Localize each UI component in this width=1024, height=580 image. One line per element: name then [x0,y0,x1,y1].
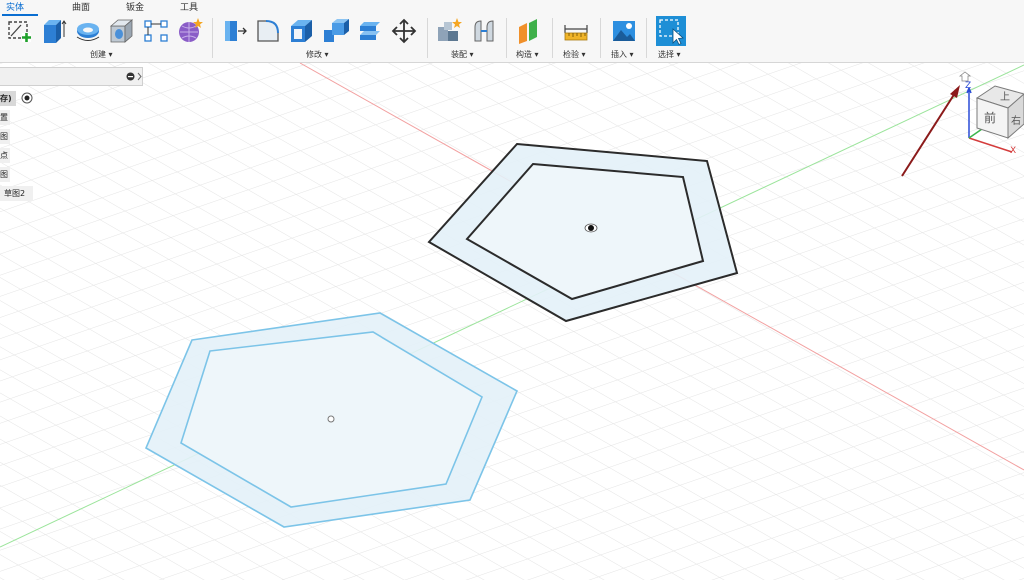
separator [212,18,213,58]
x-axis-indicator [968,137,1013,153]
browser-item-sketch2[interactable]: 草图2 [0,186,33,201]
create-sketch-icon[interactable] [6,17,34,45]
hexagon-center-point[interactable] [327,415,335,423]
group-label-modify[interactable]: 修改 ▾ [306,49,329,60]
press-pull-icon[interactable] [220,17,248,45]
separator [506,18,507,58]
separator [600,18,601,58]
new-component-icon[interactable] [436,17,464,45]
tab-sheet-metal[interactable]: 钣金 [126,2,144,14]
browser-item-origin[interactable]: 点 [0,148,10,163]
viewcube-right-label: 右 [1011,114,1021,127]
tab-tools[interactable]: 工具 [180,2,198,14]
select-icon[interactable] [656,16,686,46]
active-radio-icon[interactable] [21,92,33,104]
sketch-center-point[interactable] [584,223,598,233]
move-icon[interactable] [390,17,418,45]
group-label-construct[interactable]: 构造 ▾ [516,49,539,60]
separator [646,18,647,58]
ribbon-toolbar: 实体 曲面 钣金 工具 创建 ▾ 修改 ▾ 装配 ▾ 构造 ▾ 检验 ▾ 插入 … [0,0,1024,63]
collapse-panel-icon[interactable] [126,72,135,81]
tab-surface[interactable]: 曲面 [72,2,90,14]
group-label-create[interactable]: 创建 ▾ [90,49,113,60]
group-label-select[interactable]: 选择 ▾ [658,49,681,60]
browser-item-named-views[interactable]: 图 [0,129,10,144]
axis-z-label: Z [965,81,971,91]
joint-icon[interactable] [470,17,498,45]
shell-icon[interactable] [288,17,316,45]
split-body-icon[interactable] [356,17,384,45]
combine-icon[interactable] [322,17,350,45]
measure-icon[interactable] [562,17,590,45]
tab-solid[interactable]: 实体 [6,2,24,14]
canvas-viewport[interactable] [0,63,1024,580]
z-axis-indicator [966,87,972,138]
home-icon[interactable] [958,71,972,82]
extrude-icon[interactable] [40,17,68,45]
active-tab-indicator [2,14,38,16]
axis-x-label: X [1010,146,1016,156]
browser-item-sketches[interactable]: 图 [0,167,10,182]
group-label-inspect[interactable]: 检验 ▾ [563,49,586,60]
group-label-assemble[interactable]: 装配 ▾ [451,49,474,60]
pattern-icon[interactable] [142,17,170,45]
group-label-insert[interactable]: 插入 ▾ [611,49,634,60]
browser-panel-header[interactable] [0,67,143,86]
chevron-right-icon[interactable] [137,72,142,81]
offset-plane-icon[interactable] [515,17,543,45]
fillet-icon[interactable] [254,17,282,45]
separator [427,18,428,58]
hole-icon[interactable] [108,17,136,45]
browser-item-settings[interactable]: 置 [0,110,10,125]
separator [552,18,553,58]
viewcube-front-label: 前 [984,110,996,125]
revolve-icon[interactable] [74,17,102,45]
browser-root-node[interactable]: 存) [0,91,16,106]
viewcube-top-label: 上 [1000,91,1010,103]
viewcube[interactable]: 上 前 右 Z X [950,68,1024,158]
ground-grid [0,63,1024,580]
create-form-icon[interactable] [176,17,204,45]
insert-image-icon[interactable] [610,17,638,45]
